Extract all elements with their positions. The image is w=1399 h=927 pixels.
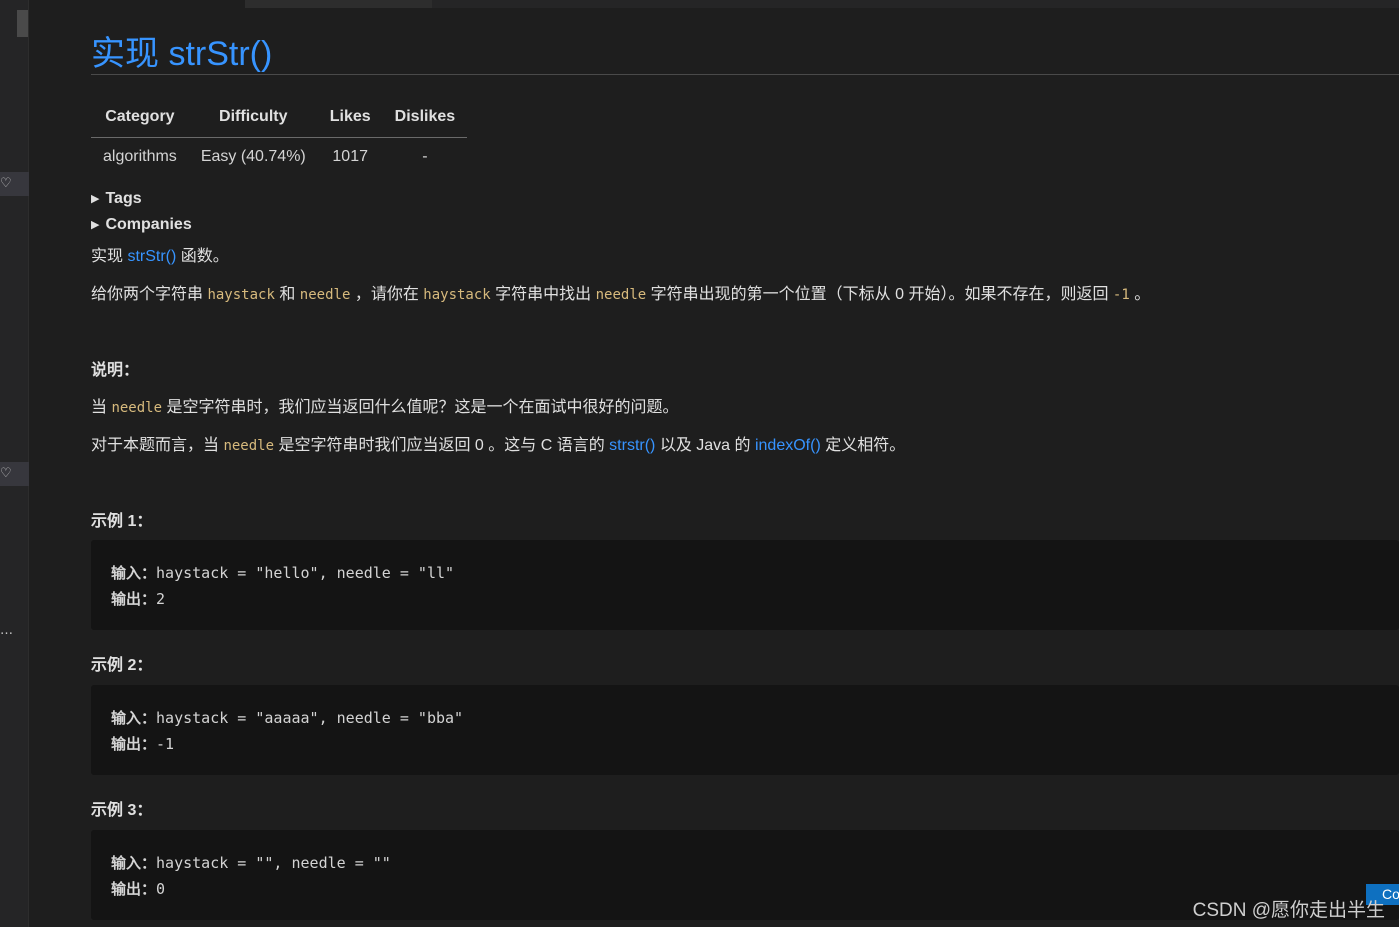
desc-text: ，请你在	[350, 286, 424, 303]
tags-toggle[interactable]: ▶ Tags	[91, 190, 142, 208]
intro-post: 函数。	[176, 248, 229, 265]
meta-header-difficulty: Difficulty	[188, 105, 318, 138]
meta-category-value: algorithms	[103, 147, 177, 165]
note-text: 是空字符串时我们应当返回 0 。这与 C 语言的	[274, 437, 610, 454]
strstr-c-link[interactable]: strstr()	[609, 437, 655, 454]
input-label: 输入：	[111, 564, 157, 582]
input-label: 输入：	[111, 709, 157, 727]
input-value: haystack = "hello", needle = "ll"	[156, 564, 455, 582]
tab-active[interactable]	[29, 0, 245, 8]
meta-likes-value: 1017	[332, 147, 368, 165]
desc-text: 字符串中找出	[490, 286, 596, 303]
inline-code: haystack	[207, 287, 275, 303]
meta-table: Category Difficulty Likes Dislikes algor…	[91, 105, 468, 166]
output-value: -1	[156, 735, 175, 753]
intro-text: 实现 strStr() 函数。	[91, 242, 229, 266]
note-text: 当	[91, 399, 112, 416]
meta-dislikes-value: -	[422, 147, 428, 165]
meta-header-category: Category	[91, 105, 189, 138]
input-label: 输入：	[111, 854, 157, 872]
inline-code: needle	[595, 287, 647, 303]
note-line-2: 对于本题而言，当 needle 是空字符串时我们应当返回 0 。这与 C 语言的…	[91, 431, 905, 455]
desc-text: 。	[1129, 286, 1151, 303]
indexof-link[interactable]: indexOf()	[755, 437, 821, 454]
example-output-line: 输出：2	[111, 586, 1399, 612]
inline-code: haystack	[423, 287, 491, 303]
example-input-line: 输入：haystack = "aaaaa", needle = "bba"	[111, 705, 1399, 731]
output-value: 2	[156, 590, 166, 608]
desc-text: 给你两个字符串	[91, 286, 208, 303]
note-heading: 说明：	[91, 362, 140, 379]
companies-toggle[interactable]: ▶ Companies	[91, 216, 192, 234]
inline-code: needle	[111, 400, 163, 416]
tab-bar	[29, 0, 1399, 8]
scrollbar-thumb[interactable]	[17, 10, 28, 37]
desc-text: 字符串出现的第一个位置（下标从 0 开始）。如果不存在，则返回	[646, 286, 1113, 303]
description-text: 给你两个字符串 haystack 和 needle ，请你在 haystack …	[91, 280, 1150, 304]
tab-secondary[interactable]	[245, 0, 432, 8]
inline-code: needle	[223, 438, 275, 454]
inline-code: -1	[1112, 287, 1130, 303]
note-text: 定义相符。	[820, 437, 906, 454]
example-input-line: 输入：haystack = "hello", needle = "ll"	[111, 560, 1399, 586]
example-input-line: 输入：haystack = "", needle = ""	[111, 850, 1399, 876]
meta-table-header-row: Category Difficulty Likes Dislikes	[91, 105, 468, 138]
desc-text: 和	[274, 286, 300, 303]
meta-header-likes: Likes	[317, 105, 383, 138]
note-text: 对于本题而言，当	[91, 437, 224, 454]
input-value: haystack = "aaaaa", needle = "bba"	[156, 709, 464, 727]
note-line-1: 当 needle 是空字符串时，我们应当返回什么值呢？这是一个在面试中很好的问题…	[91, 393, 678, 417]
output-value: 0	[156, 880, 166, 898]
title-divider	[91, 74, 1399, 75]
intro-pre: 实现	[91, 248, 128, 265]
triangle-right-icon: ▶	[91, 219, 100, 231]
example-2-heading: 示例 2：	[91, 657, 153, 674]
triangle-right-icon: ▶	[91, 193, 100, 205]
csdn-watermark: CSDN @愿你走出半生	[1192, 900, 1385, 921]
inline-code: needle	[299, 287, 351, 303]
input-value: haystack = "", needle = ""	[156, 854, 391, 872]
ellipsis-text: …	[0, 623, 13, 638]
meta-header-dislikes: Dislikes	[382, 105, 468, 138]
meta-difficulty-value: Easy (40.74%)	[200, 147, 306, 165]
example-1-code-block: 输入：haystack = "hello", needle = "ll" 输出：…	[91, 540, 1399, 630]
output-label: 输出：	[111, 590, 157, 608]
example-output-line: 输出：-1	[111, 731, 1399, 757]
companies-label: Companies	[105, 216, 192, 233]
strstr-link[interactable]: strStr()	[127, 248, 176, 265]
left-gutter: ♡ ♡ …	[0, 0, 29, 927]
example-1-heading: 示例 1：	[91, 513, 153, 530]
problem-title: 实现 strStr()	[91, 35, 273, 73]
output-label: 输出：	[111, 735, 157, 753]
example-2-code-block: 输入：haystack = "aaaaa", needle = "bba" 输出…	[91, 685, 1399, 775]
heart-icon[interactable]: ♡	[0, 462, 29, 486]
output-label: 输出：	[111, 880, 157, 898]
example-3-heading: 示例 3：	[91, 802, 153, 819]
tags-label: Tags	[105, 190, 142, 207]
note-text: 是空字符串时，我们应当返回什么值呢？这是一个在面试中很好的问题。	[162, 399, 679, 416]
heart-icon[interactable]: ♡	[0, 172, 29, 196]
note-text: 以及 Java 的	[655, 437, 755, 454]
meta-table-row: algorithms Easy (40.74%) 1017 -	[91, 137, 467, 166]
